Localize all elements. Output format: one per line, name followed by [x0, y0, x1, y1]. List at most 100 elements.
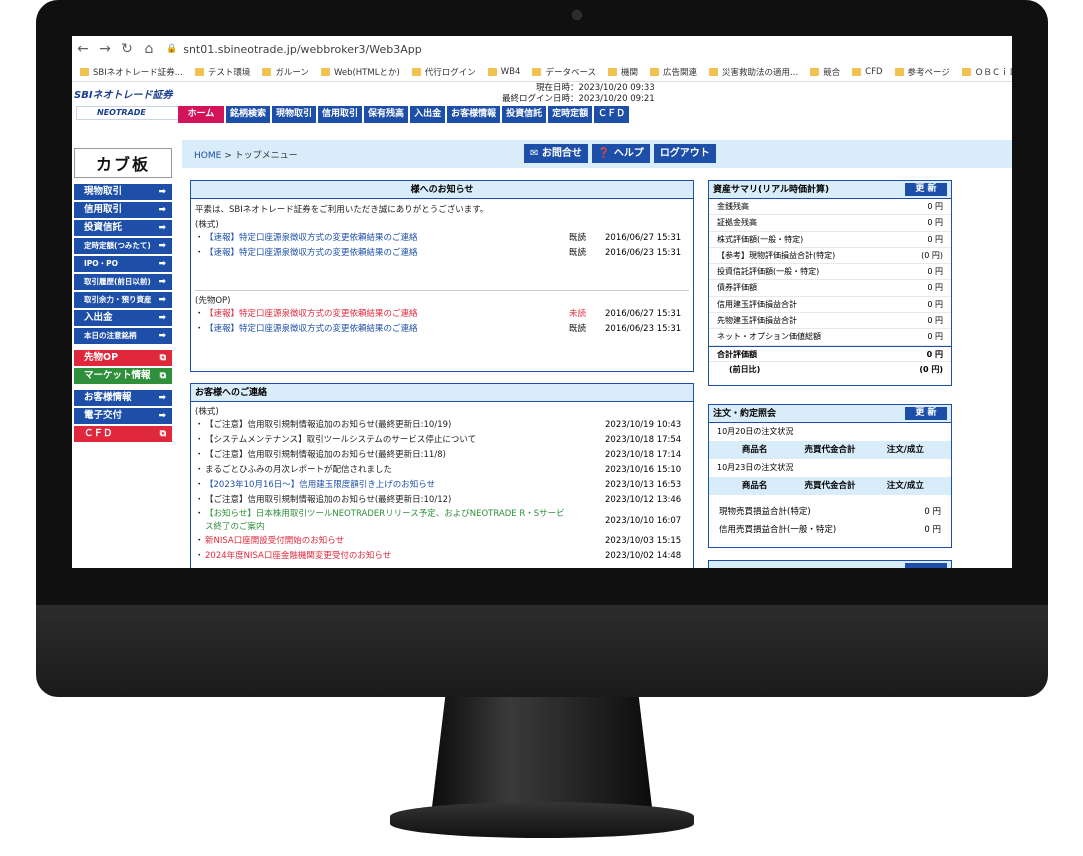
col-status: 注文/成立 [886, 481, 924, 491]
contact-row: ・新NISA口座開設受付開始のお知らせ 2023/10/03 15:15 [191, 534, 693, 549]
greeting-text: 平素は、SBIネオトレード証券をご利用いただき誠にありがとうございます。 [195, 205, 489, 215]
forward-arrow-icon[interactable]: → [94, 41, 116, 57]
notice-link[interactable]: 【速報】特定口座源泉徴収方式の変更依頼結果のご連絡 [205, 246, 569, 261]
sidebar-market-info[interactable]: マーケット情報 [74, 368, 172, 384]
order-header-1: 商品名 売買代金合計 注文/成立 [709, 441, 951, 459]
contact-link[interactable]: 【ご注意】信用取引規制情報追加のお知らせ(最終更新日:10/19) [205, 418, 605, 433]
order-day1: 10月20日の注文状況 [717, 427, 794, 436]
col-total: 売買代金合計 [804, 481, 856, 491]
folder-icon [262, 67, 272, 76]
nav-tab[interactable]: 保有残高 [364, 106, 409, 123]
asset-value: 0 円 [927, 218, 943, 228]
asset-refresh-button[interactable]: 更 新 [905, 183, 947, 196]
sidebar-item[interactable]: IPO・PO [74, 256, 172, 272]
nav-tab[interactable]: 銘柄検索 [226, 106, 271, 123]
contact-button[interactable]: ✉ お問合せ [524, 144, 588, 163]
nav-tab[interactable]: ＣＦＤ [594, 106, 630, 123]
back-arrow-icon[interactable]: ← [72, 41, 94, 57]
folder-icon [852, 67, 862, 76]
notice-link[interactable]: 【速報】特定口座源泉徴収方式の変更依頼結果のご連絡 [205, 231, 569, 246]
monitor-stand-base [390, 802, 694, 838]
bookmark-item[interactable]: 機関 [608, 66, 638, 78]
sidebar-item[interactable]: 定時定額(つみたて) [74, 238, 172, 254]
bookmark-item[interactable]: ＯＢＣｉＤ [961, 66, 1012, 78]
bookmark-item[interactable]: データベース [532, 66, 596, 78]
nav-tab[interactable]: 信用取引 [318, 106, 363, 123]
bookmark-item[interactable]: 災害救助法の適用... [709, 66, 798, 78]
notice-link[interactable]: 【速報】特定口座源泉徴収方式の変更依頼結果のご連絡 [205, 322, 569, 337]
breadcrumb-home[interactable]: HOME [194, 151, 221, 161]
bookmark-item[interactable]: WB4 [487, 67, 520, 77]
nav-tab[interactable]: 入出金 [410, 106, 446, 123]
home-icon[interactable]: ⌂ [138, 41, 160, 57]
asset-value: 0 円 [927, 332, 943, 342]
folder-icon [532, 67, 542, 76]
notice-row: ・【速報】特定口座源泉徴収方式の変更依頼結果のご連絡 既読 2016/06/27 1… [191, 231, 693, 246]
address-bar[interactable]: 🔒 snt01.sbineotrade.jp/webbroker3/Web3Ap… [166, 43, 422, 56]
contact-link[interactable]: 【2023年10月16日～】信用建玉限度額引き上げのお知らせ [205, 478, 605, 493]
bookmark-item[interactable]: SBIネオトレード証券... [80, 66, 183, 78]
nav-tab[interactable]: ホーム [178, 106, 224, 123]
bookmark-item[interactable]: 競合 [810, 66, 840, 78]
next-panel-refresh-button[interactable] [905, 563, 947, 568]
contact-link[interactable]: 2024年度NISA口座金融機関変更受付のお知らせ [205, 549, 605, 564]
asset-value: 0 円 [927, 202, 943, 211]
sidebar-futures-op[interactable]: 先物OP [74, 350, 172, 366]
contact-link[interactable]: 【お知らせ】日本株用取引ツールNEOTRADERリリース予定、およびNEOTRA… [205, 508, 605, 534]
nav-tab[interactable]: 定時定額 [548, 106, 593, 123]
sbi-logo: SBIネオトレード証券 [74, 90, 173, 101]
reload-icon[interactable]: ↻ [116, 41, 138, 57]
contact-link[interactable]: 【ご注意】信用取引規制情報追加のお知らせ(最終更新日:10/12) [205, 493, 605, 508]
sidebar-item[interactable]: 投資信託 [74, 220, 172, 236]
bookmark-item[interactable]: テスト環境 [194, 66, 250, 78]
help-button[interactable]: ❓ ヘルプ [591, 144, 650, 163]
contact-row: ・ 2024年度NISA口座金融機関変更受付のお知らせ 2023/10/02 14:… [191, 549, 693, 564]
sidebar-item[interactable]: 入出金 [74, 310, 172, 326]
nav-tab[interactable]: 現物取引 [272, 106, 317, 123]
sidebar-e-delivery[interactable]: 電子交付 [74, 408, 172, 424]
sidebar-item[interactable]: 現物取引 [74, 184, 172, 200]
bookmark-item[interactable]: Web(HTMLとか) [320, 66, 400, 78]
bookmark-item[interactable]: 広告関連 [650, 66, 697, 78]
bookmark-label: ＯＢＣｉＤ [974, 67, 1012, 78]
bookmark-item[interactable]: 参考ページ [894, 66, 950, 78]
bookmark-label: 災害救助法の適用... [722, 67, 799, 78]
bullet: ・ [195, 420, 204, 430]
contact-panel: お客様へのご連絡 (株式) ・【ご注意】信用取引規制情報追加のお知らせ(最終更新… [190, 383, 694, 568]
bookmark-item[interactable]: ガルーン [262, 66, 309, 78]
sidebar-item[interactable]: 本日の注意銘柄 [74, 328, 172, 344]
notice-row: ・【速報】特定口座源泉徴収方式の変更依頼結果のご連絡 既読 2016/06/23 1… [191, 246, 693, 261]
sidebar-item[interactable]: 取引余力・預り資産 [74, 292, 172, 308]
nav-tab[interactable]: お客様情報 [447, 106, 501, 123]
order-refresh-button[interactable]: 更 新 [905, 407, 947, 420]
bullet: ・ [195, 480, 204, 490]
order-day2: 10月23日の注文状況 [717, 463, 794, 472]
bookmark-label: 参考ページ [907, 67, 950, 78]
asset-panel-title: 資産サマリ(リアル時価計算) [713, 185, 830, 195]
current-time: 現在日時：2023/10/20 09:33 [536, 83, 655, 93]
logout-button[interactable]: ログアウト [653, 144, 716, 163]
contact-list: ・【ご注意】信用取引規制情報追加のお知らせ(最終更新日:10/19) 2023/1… [191, 418, 693, 564]
sidebar-item[interactable]: 取引履歴(前日以前) [74, 274, 172, 290]
contact-link[interactable]: まるごとひふみの月次レポートが配信されました [205, 463, 605, 478]
sidebar-item[interactable]: 信用取引 [74, 202, 172, 218]
contact-row: ・まるごとひふみの月次レポートが配信されました 2023/10/16 15:10 [191, 463, 693, 478]
contact-link[interactable]: 【ご注意】信用取引規制情報追加のお知らせ(最終更新日:11/8) [205, 448, 605, 463]
notice-link[interactable]: 【速報】特定口座源泉徴収方式の変更依頼結果のご連絡 [205, 307, 569, 322]
mail-icon: ✉ [530, 148, 542, 159]
sidebar-cfd[interactable]: ＣＦＤ [74, 426, 172, 442]
bookmark-item[interactable]: CFD [852, 67, 883, 77]
bookmark-item[interactable]: 代行ログイン [411, 66, 476, 78]
kabuita-logo[interactable]: カブ板 [74, 148, 172, 178]
sidebar-customer-info[interactable]: お客様情報 [74, 390, 172, 406]
order-panel-title: 注文・約定照会 [713, 409, 777, 419]
nav-tab[interactable]: 投資信託 [502, 106, 547, 123]
notice-stock-list: ・【速報】特定口座源泉徴収方式の変更依頼結果のご連絡 既読 2016/06/27 1… [191, 231, 693, 261]
notice-date: 2016/06/23 15:31 [605, 248, 682, 258]
contact-link[interactable]: 【システムメンテナンス】取引ツールシステムのサービス停止について [205, 433, 605, 448]
sidebar: カブ板 現物取引信用取引投資信託定時定額(つみたて) IPO・PO 取引履歴(前日以… [72, 148, 176, 568]
order-header-2: 商品名 売買代金合計 注文/成立 [709, 477, 951, 495]
asset-row: 債券評価額 0 円 [709, 280, 951, 297]
contact-link[interactable]: 新NISA口座開設受付開始のお知らせ [205, 534, 605, 549]
contact-date: 2023/10/18 17:14 [605, 450, 682, 460]
